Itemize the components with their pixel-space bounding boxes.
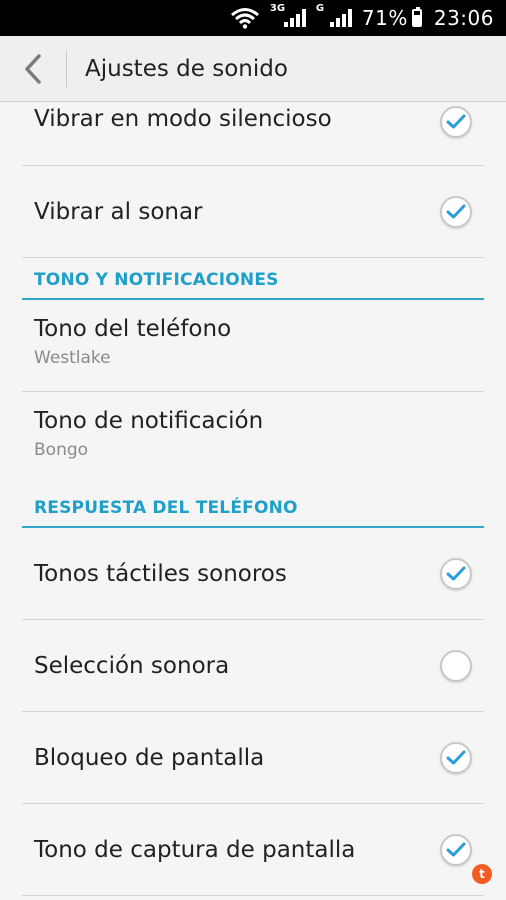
checkmark-icon	[446, 204, 466, 218]
checkbox[interactable]	[440, 106, 472, 138]
status-bar: 3G G 71% 23:06	[0, 0, 506, 36]
action-bar: Ajustes de sonido	[0, 36, 506, 102]
setting-notification-tone[interactable]: Tono de notificación Bongo	[22, 392, 484, 484]
signal-3g-icon: 3G	[270, 3, 306, 27]
divider	[66, 50, 67, 87]
signal-g-icon: G	[316, 3, 352, 27]
page-title: Ajustes de sonido	[85, 55, 288, 82]
setting-vibrate-ring[interactable]: Vibrar al sonar	[22, 166, 484, 258]
checkmark-icon	[446, 566, 466, 580]
setting-label: Tono de captura de pantalla	[34, 836, 356, 863]
setting-touch-tones[interactable]: Tonos táctiles sonoros	[22, 528, 484, 620]
setting-value: Westlake	[34, 348, 111, 368]
section-header-tones: TONO Y NOTIFICACIONES	[22, 258, 484, 300]
setting-label: Tono del teléfono	[34, 316, 232, 342]
setting-label: Tono de notificación	[34, 408, 264, 434]
settings-list: Vibrar en modo silencioso Vibrar al sona…	[0, 102, 506, 896]
chevron-left-icon	[25, 53, 41, 84]
checkmark-icon	[446, 114, 466, 129]
section-title: TONO Y NOTIFICACIONES	[34, 270, 279, 290]
checkmark-icon	[446, 750, 466, 764]
section-title: RESPUESTA DEL TELÉFONO	[34, 498, 298, 518]
section-header-response: RESPUESTA DEL TELÉFONO	[22, 484, 484, 528]
setting-label: Selección sonora	[34, 652, 230, 679]
battery-indicator: 71%	[362, 6, 422, 30]
battery-percent: 71%	[361, 6, 408, 30]
checkbox[interactable]	[440, 741, 472, 774]
setting-screenshot-tone[interactable]: Tono de captura de pantalla	[22, 804, 484, 896]
checkmark-icon	[446, 842, 466, 856]
setting-ringtone[interactable]: Tono del teléfono Westlake	[22, 300, 484, 392]
checkbox[interactable]	[440, 195, 472, 228]
checkbox[interactable]	[440, 649, 472, 682]
clock: 23:06	[433, 6, 494, 30]
setting-label: Tonos táctiles sonoros	[34, 560, 287, 587]
setting-value: Bongo	[34, 440, 89, 460]
setting-sound-selection[interactable]: Selección sonora	[22, 620, 484, 712]
network-type-label: G	[315, 3, 325, 14]
setting-screen-lock[interactable]: Bloqueo de pantalla	[22, 712, 484, 804]
checkbox[interactable]	[440, 557, 472, 590]
setting-label: Vibrar al sonar	[34, 198, 203, 225]
setting-label: Vibrar en modo silencioso	[34, 106, 332, 132]
network-type-label: 3G	[269, 3, 286, 14]
overlay-badge[interactable]: t	[472, 864, 492, 884]
setting-vibrate-silent[interactable]: Vibrar en modo silencioso	[22, 102, 484, 166]
wifi-icon	[230, 7, 260, 29]
setting-label: Bloqueo de pantalla	[34, 744, 265, 771]
back-button[interactable]	[0, 36, 66, 102]
battery-icon	[411, 7, 422, 27]
checkbox[interactable]	[440, 833, 472, 866]
